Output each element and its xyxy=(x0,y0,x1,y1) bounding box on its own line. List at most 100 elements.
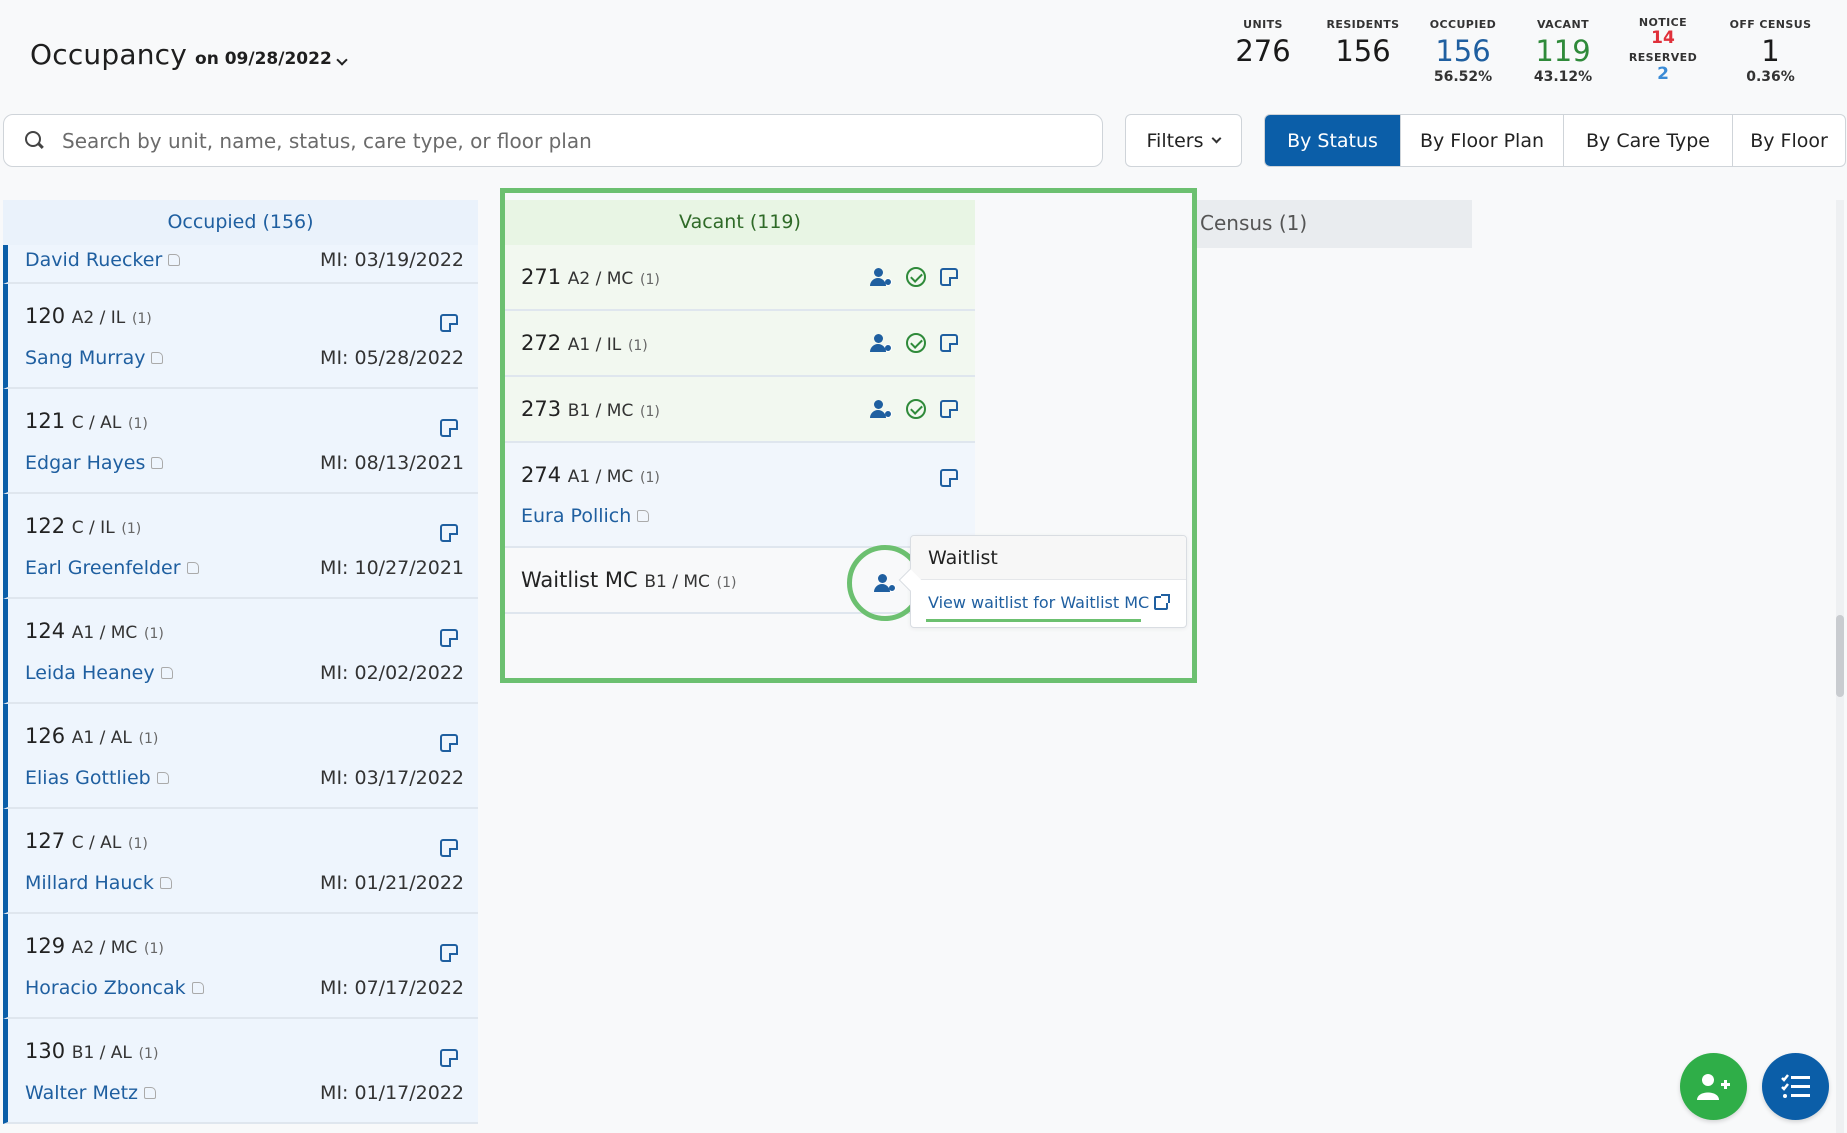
move-in-date: MI: 02/02/2022 xyxy=(320,662,464,684)
stat-notice-reserved[interactable]: NOTICE 14 RESERVED 2 xyxy=(1613,16,1713,84)
resident-link[interactable]: Elias Gottlieb xyxy=(25,767,169,789)
note-icon[interactable] xyxy=(440,419,458,437)
search-bar[interactable] xyxy=(3,114,1103,167)
view-waitlist-link[interactable]: View waitlist for Waitlist MC xyxy=(928,593,1171,612)
stat-occupied[interactable]: OCCUPIED 156 56.52% xyxy=(1413,18,1513,85)
table-row[interactable]: 126 A1 / AL (1) Elias Gottlieb MI: 03/17… xyxy=(3,704,478,809)
table-row[interactable]: 130 B1 / AL (1) Walter Metz MI: 01/17/20… xyxy=(3,1019,478,1124)
scrollbar[interactable] xyxy=(1836,200,1844,1133)
note-icon[interactable] xyxy=(440,734,458,752)
occupancy-title-group: Occupancy on 09/28/2022 xyxy=(30,38,348,71)
note-icon[interactable] xyxy=(440,629,458,647)
stat-units-value: 276 xyxy=(1235,34,1291,68)
search-input[interactable] xyxy=(62,128,1082,153)
resident-link[interactable]: Edgar Hayes xyxy=(25,452,164,474)
unit-label: 121 C / AL (1) xyxy=(25,409,148,433)
date-selector[interactable]: on 09/28/2022 xyxy=(195,49,332,69)
tab-by-status[interactable]: By Status xyxy=(1265,115,1401,166)
waitlist-popover: Waitlist View waitlist for Waitlist MC xyxy=(898,535,1187,628)
checklist-icon xyxy=(1780,1073,1810,1098)
table-row[interactable]: 121 C / AL (1) Edgar Hayes MI: 08/13/202… xyxy=(3,389,478,494)
thumbs-up-icon xyxy=(186,562,199,574)
off-census-column-header: Census (1) xyxy=(1197,200,1472,248)
thumbs-up-icon xyxy=(160,667,173,679)
unit-label: 130 B1 / AL (1) xyxy=(25,1039,159,1063)
note-icon[interactable] xyxy=(440,524,458,542)
stat-occupied-pct: 56.52% xyxy=(1433,69,1493,85)
scrollbar-thumb[interactable] xyxy=(1836,615,1844,697)
occupied-column-header: Occupied (156) xyxy=(3,200,478,245)
stat-units: UNITS 276 xyxy=(1213,18,1313,69)
table-row[interactable]: David Ruecker MI: 03/19/2022 xyxy=(3,245,478,284)
note-icon[interactable] xyxy=(440,944,458,962)
move-in-date: MI: 03/17/2022 xyxy=(320,767,464,789)
stat-occupied-label: OCCUPIED xyxy=(1429,18,1497,31)
unit-label: 127 C / AL (1) xyxy=(25,829,148,853)
unit-label: 129 A2 / MC (1) xyxy=(25,934,164,958)
move-in-date: MI: 01/17/2022 xyxy=(320,1082,464,1104)
unit-label: 122 C / IL (1) xyxy=(25,514,142,538)
view-tabs: By Status By Floor Plan By Care Type By … xyxy=(1264,114,1846,167)
resident-link[interactable]: Walter Metz xyxy=(25,1082,156,1104)
stat-reserved-label: RESERVED xyxy=(1628,51,1698,64)
filters-button[interactable]: Filters xyxy=(1125,114,1242,167)
stat-off-census-value: 1 xyxy=(1761,34,1780,68)
stat-vacant-pct: 43.12% xyxy=(1533,69,1593,85)
stat-occupied-value: 156 xyxy=(1435,34,1491,68)
chevron-down-icon[interactable] xyxy=(336,54,348,66)
table-row[interactable]: 127 C / AL (1) Millard Hauck MI: 01/21/2… xyxy=(3,809,478,914)
unit-label: 126 A1 / AL (1) xyxy=(25,724,159,748)
move-in-date: MI: 03/19/2022 xyxy=(320,249,464,271)
tab-by-floor[interactable]: By Floor xyxy=(1733,115,1845,166)
search-icon xyxy=(24,130,46,152)
table-row[interactable]: 120 A2 / IL (1) Sang Murray MI: 05/28/20… xyxy=(3,284,478,389)
stat-off-census-pct: 0.36% xyxy=(1746,69,1795,85)
stat-residents: RESIDENTS 156 xyxy=(1313,18,1413,69)
occupancy-stats: UNITS 276 RESIDENTS 156 OCCUPIED 156 56.… xyxy=(1213,16,1833,98)
link-highlight-underline xyxy=(926,619,1141,622)
tab-by-floor-plan[interactable]: By Floor Plan xyxy=(1401,115,1564,166)
resident-link[interactable]: David Ruecker xyxy=(25,249,181,271)
stat-reserved-value: 2 xyxy=(1657,64,1669,84)
note-icon[interactable] xyxy=(440,1049,458,1067)
note-icon[interactable] xyxy=(440,314,458,332)
move-in-date: MI: 07/17/2022 xyxy=(320,977,464,999)
move-in-date: MI: 10/27/2021 xyxy=(320,557,464,579)
stat-residents-value: 156 xyxy=(1335,34,1391,68)
add-resident-button[interactable] xyxy=(1680,1053,1747,1120)
occupied-list: David Ruecker MI: 03/19/2022 120 A2 / IL… xyxy=(3,245,478,1124)
waitlist-person-icon[interactable] xyxy=(874,574,896,592)
stat-residents-label: RESIDENTS xyxy=(1326,18,1400,31)
table-row[interactable]: 124 A1 / MC (1) Leida Heaney MI: 02/02/2… xyxy=(3,599,478,704)
thumbs-up-icon xyxy=(156,772,169,784)
tab-by-care-type[interactable]: By Care Type xyxy=(1564,115,1733,166)
stat-vacant-label: VACANT xyxy=(1537,18,1589,31)
filters-label: Filters xyxy=(1146,129,1204,152)
stat-notice-value: 14 xyxy=(1651,28,1675,48)
stat-off-census-label: OFF CENSUS xyxy=(1729,18,1812,31)
popover-title: Waitlist xyxy=(911,536,1186,580)
table-row[interactable]: 129 A2 / MC (1) Horacio Zboncak MI: 07/1… xyxy=(3,914,478,1019)
add-person-icon xyxy=(1696,1073,1730,1100)
thumbs-up-icon xyxy=(168,254,181,266)
external-link-icon xyxy=(1154,593,1171,610)
resident-link[interactable]: Leida Heaney xyxy=(25,662,173,684)
task-list-button[interactable] xyxy=(1762,1053,1829,1120)
move-in-date: MI: 05/28/2022 xyxy=(320,347,464,369)
stat-vacant[interactable]: VACANT 119 43.12% xyxy=(1513,18,1613,85)
thumbs-up-icon xyxy=(191,982,204,994)
thumbs-up-icon xyxy=(144,1087,156,1099)
stat-off-census[interactable]: OFF CENSUS 1 0.36% xyxy=(1713,18,1828,85)
resident-link[interactable]: Earl Greenfelder xyxy=(25,557,199,579)
resident-link[interactable]: Sang Murray xyxy=(25,347,164,369)
chevron-down-icon xyxy=(1212,133,1222,144)
thumbs-up-icon xyxy=(151,352,164,364)
unit-label: 120 A2 / IL (1) xyxy=(25,304,152,328)
resident-link[interactable]: Millard Hauck xyxy=(25,872,172,894)
move-in-date: MI: 08/13/2021 xyxy=(320,452,464,474)
resident-link[interactable]: Horacio Zboncak xyxy=(25,977,204,999)
note-icon[interactable] xyxy=(440,839,458,857)
stat-units-label: UNITS xyxy=(1243,18,1283,31)
move-in-date: MI: 01/21/2022 xyxy=(320,872,464,894)
table-row[interactable]: 122 C / IL (1) Earl Greenfelder MI: 10/2… xyxy=(3,494,478,599)
